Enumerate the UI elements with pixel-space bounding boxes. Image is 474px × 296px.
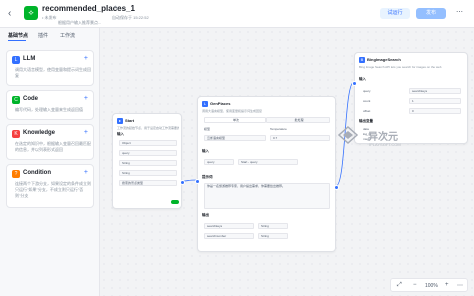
param-value[interactable]: 0 [409, 108, 461, 114]
output-port[interactable] [180, 180, 185, 185]
more-options-icon[interactable]: ⋯ [457, 282, 463, 289]
node-title: Start [125, 118, 135, 123]
output-section-label: 输出 [202, 213, 209, 217]
llm-node-genplaces[interactable]: L GenPlaces 调用大语言模型，使用变量和提示词生成回复 单次 批处理 … [195, 96, 339, 252]
zoom-level: 100% [425, 283, 438, 289]
param-field[interactable]: 搜索的景点类型 [119, 180, 177, 186]
node-desc: 调用大语言模型，使用变量和提示词生成回复 [202, 109, 263, 113]
output-name-field[interactable]: searchkeys [204, 223, 254, 229]
param-name: offset [363, 109, 371, 113]
model-select[interactable]: 云雀语言模型 [204, 135, 266, 141]
param-name: count [363, 99, 371, 103]
start-node[interactable]: ▸ Start 工作流的起始节点，用于设定启动工作流需要的信息 输入 Objec… [112, 113, 185, 209]
tab-batch[interactable]: 批处理 [266, 117, 330, 123]
param-field[interactable]: query [119, 150, 177, 156]
zoom-toolbar: ⤢ − 100% + ⋯ [390, 278, 468, 292]
output-name-field[interactable]: searchnumber [204, 233, 254, 239]
param-value[interactable]: searchkeys [409, 88, 461, 94]
watermark-title: 异次元 [368, 132, 398, 143]
output-type-select[interactable]: String [258, 223, 288, 229]
param-field[interactable]: String [119, 160, 177, 166]
output-port[interactable] [334, 185, 339, 190]
zoom-out-icon[interactable]: − [413, 282, 417, 288]
var-name-field[interactable]: query [204, 159, 234, 165]
watermark-logo-icon [338, 126, 358, 144]
input-section-label: 输入 [117, 132, 124, 136]
node-desc: Bing Image Search API lets you search fo… [359, 65, 442, 69]
node-desc: 工作流的起始节点，用于设定启动工作流需要的信息 [117, 126, 179, 130]
node-title: GenPlaces [210, 101, 231, 106]
temperature-label: Temperature [270, 127, 287, 131]
watermark-subtitle: IPLAYSOFT.COM [369, 142, 401, 147]
output-type-select[interactable]: String [258, 233, 288, 239]
start-node-icon: ▸ [117, 118, 123, 124]
model-label: 模型 [204, 127, 211, 131]
param-field[interactable]: String [119, 170, 177, 176]
input-section-label: 输入 [202, 149, 209, 153]
param-name: query [363, 89, 371, 93]
tab-single[interactable]: 单次 [204, 117, 266, 123]
fit-view-icon[interactable]: ⤢ [397, 282, 402, 289]
input-section-label: 输入 [359, 77, 366, 81]
param-value[interactable]: 1 [409, 98, 461, 104]
output-section-label: 输出变量 [359, 119, 373, 123]
param-field[interactable]: Object [119, 140, 177, 146]
bing-node-icon: B [359, 57, 365, 63]
temperature-input[interactable]: 0.7 [270, 135, 330, 141]
llm-node-icon: L [202, 101, 208, 107]
input-port[interactable] [352, 81, 357, 86]
input-port[interactable] [195, 179, 200, 184]
zoom-in-icon[interactable]: + [445, 282, 449, 288]
prompt-textarea[interactable]: 你是一名旅游推荐专家，用户提出需求，你需要给出推荐。 [204, 183, 330, 209]
prompt-section-label: 提示词 [202, 175, 213, 179]
var-ref-field[interactable]: Start - query [238, 159, 298, 165]
node-title: BingImageSearch [367, 57, 401, 62]
toggle-switch[interactable] [171, 200, 179, 204]
